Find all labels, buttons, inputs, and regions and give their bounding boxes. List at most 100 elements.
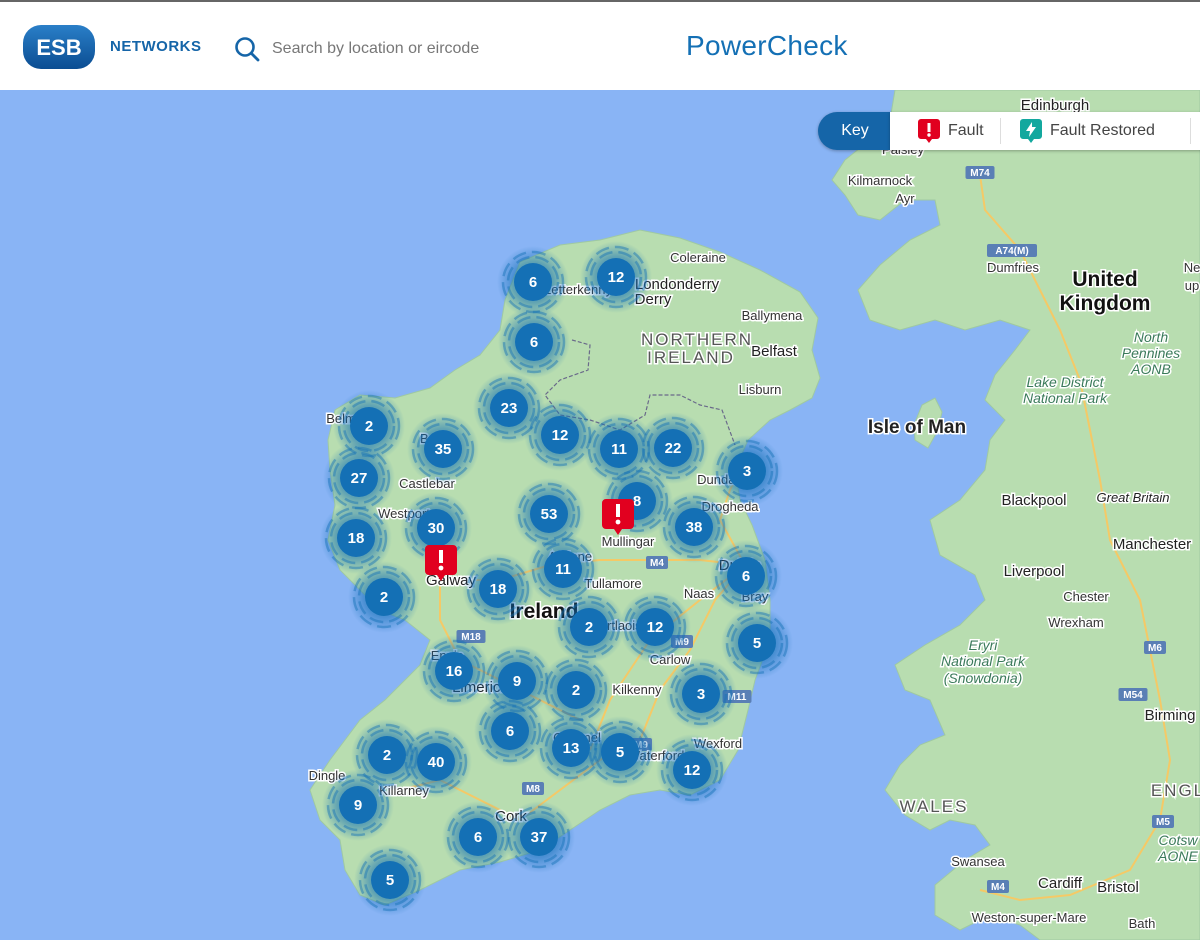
top-bar: ESB NETWORKS PowerCheck [0,0,1200,90]
map-label-park: Cotsw [1159,832,1199,848]
cluster-count: 6 [530,334,538,351]
cluster-marker[interactable]: 9 [322,769,394,841]
cluster-count: 3 [743,463,751,480]
fault-dot [438,565,444,571]
brand-text: NETWORKS [110,38,202,55]
map-label-city: Birming [1145,707,1196,724]
map-label-town: Weston-super-Mare [972,910,1087,925]
key-separator [1190,118,1191,144]
fault-exclaim [616,504,620,517]
cluster-count: 3 [697,686,705,703]
esb-logo[interactable]: ESB [22,24,96,70]
map-label-country: Kingdom [1060,292,1151,315]
map-label-town: up [1185,278,1199,293]
map-label-town: Kilkenny [612,682,662,697]
cluster-count: 35 [435,441,452,458]
key-item-fault-restored: Fault Restored [1020,112,1155,150]
map-label-country: United [1072,268,1137,291]
cluster-marker[interactable]: 3 [711,435,783,507]
cluster-count: 16 [446,663,463,680]
key-bar: Key Fault Fault Restored [818,112,1200,150]
map-label-road: M74 [970,168,990,179]
fault-restored-icon [1020,119,1042,143]
cluster-marker[interactable]: 6 [498,306,570,378]
map-label-park: (Snowdonia) [944,670,1023,686]
map-label-park: Pennines [1122,345,1180,361]
map[interactable]: EdinburghPaisleyKilmarnockAyrM74A74(M)Du… [0,90,1200,940]
cluster-count: 38 [686,519,703,536]
map-label-park: Lake District [1026,374,1104,390]
cluster-count: 6 [529,274,537,291]
key-button[interactable]: Key [818,112,892,150]
cluster-marker[interactable]: 2 [348,561,420,633]
cluster-count: 6 [474,829,482,846]
cluster-count: 2 [383,747,391,764]
cluster-count: 11 [611,441,627,458]
map-label-italic: Great Britain [1097,490,1170,505]
map-label-road: A74(M) [995,246,1028,257]
cluster-marker[interactable]: 6 [710,540,782,612]
cluster-count: 2 [572,682,580,699]
cluster-marker[interactable]: 6 [474,695,546,767]
cluster-count: 2 [380,589,388,606]
cluster-marker[interactable]: 40 [400,726,472,798]
key-separator [1000,118,1001,144]
cluster-count: 6 [506,723,514,740]
cluster-marker[interactable]: 12 [580,241,652,313]
cluster-marker[interactable]: 2 [553,591,625,663]
map-label-region: ENGL [1151,781,1200,800]
map-label-town: Bath [1129,916,1156,931]
key-item-fault: Fault [918,112,984,150]
map-label-road: M54 [1123,690,1143,701]
map-label-city: Manchester [1113,536,1191,553]
map-label-city: Belfast [751,343,798,360]
cluster-count: 22 [665,440,682,457]
map-label-town: Ne [1184,260,1200,275]
map-label-town: Coleraine [670,250,726,265]
map-label-road: M4 [650,558,664,569]
search-input[interactable] [270,34,604,64]
cluster-count: 13 [563,740,580,757]
cluster-count: 11 [555,561,571,578]
cluster-marker[interactable]: 5 [584,716,656,788]
cluster-marker[interactable]: 5 [721,607,793,679]
map-label-town: Ballymena [742,308,803,323]
cluster-count: 2 [365,418,373,435]
cluster-marker[interactable]: 16 [418,635,490,707]
cluster-count: 5 [386,872,394,889]
map-label-town: Wrexham [1048,615,1103,630]
cluster-count: 27 [351,470,368,487]
cluster-count: 8 [633,493,641,510]
cluster-count: 18 [490,581,507,598]
logo-text: ESB [36,35,81,60]
cluster-marker[interactable]: 12 [619,591,691,663]
map-label-town: Ayr [895,191,915,206]
cluster-count: 9 [354,797,362,814]
cluster-marker[interactable]: 3 [665,658,737,730]
map-label-park: AONB [1130,361,1171,377]
cluster-marker[interactable]: 5 [354,844,426,916]
map-label-town: Chester [1063,589,1109,604]
cluster-marker[interactable]: 37 [503,801,575,873]
map-label-park: National Park [1023,390,1108,406]
search-icon[interactable] [234,36,260,62]
cluster-count: 12 [684,762,701,779]
map-label-city: Liverpool [1004,563,1065,580]
cluster-count: 53 [541,506,558,523]
map-label-road: M6 [1148,643,1162,654]
map-label-city: Cardiff [1038,875,1083,892]
cluster-count: 30 [428,520,445,537]
map-label-road: M4 [991,882,1005,893]
app-title: PowerCheck [686,30,848,61]
map-label-town: Swansea [951,854,1005,869]
cluster-count: 23 [501,400,518,417]
map-label-island: Isle of Man [868,417,966,438]
fault-exclaim [439,550,443,563]
fault-dot [615,519,621,525]
map-label-city: Bristol [1097,879,1139,896]
cluster-marker[interactable]: 12 [656,734,728,806]
map-label-park: Eryri [969,637,999,653]
key-fault-label: Fault [948,122,984,139]
cluster-marker[interactable]: 18 [462,553,534,625]
cluster-marker[interactable]: 35 [407,413,479,485]
